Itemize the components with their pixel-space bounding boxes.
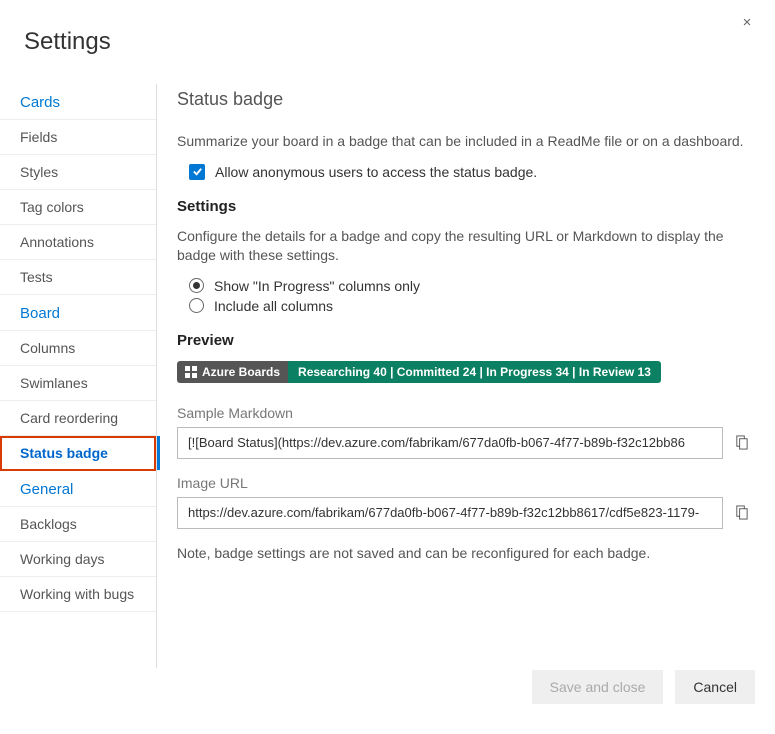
nav-item-status-badge[interactable]: Status badge [0, 436, 156, 471]
copy-icon [734, 505, 749, 520]
save-and-close-button[interactable]: Save and close [532, 670, 664, 704]
azure-boards-icon [185, 366, 197, 378]
columns-radio-group: Show "In Progress" columns only Include … [189, 278, 751, 314]
nav-item-tag-colors[interactable]: Tag colors [0, 190, 156, 225]
nav-item-styles[interactable]: Styles [0, 155, 156, 190]
sidebar: Cards Fields Styles Tag colors Annotatio… [0, 84, 157, 668]
copy-image-url-button[interactable] [731, 503, 751, 523]
checkmark-icon [192, 166, 203, 177]
markdown-input[interactable] [177, 427, 723, 459]
preview-heading: Preview [177, 332, 751, 349]
nav-item-columns[interactable]: Columns [0, 331, 156, 366]
dialog-footer: Save and close Cancel [532, 670, 755, 704]
badge-preview: Azure Boards Researching 40 | Committed … [177, 361, 661, 383]
nav-item-card-reordering[interactable]: Card reordering [0, 401, 156, 436]
image-url-label: Image URL [177, 475, 751, 491]
radio-in-progress-label: Show "In Progress" columns only [214, 278, 420, 294]
close-icon: × [743, 14, 752, 31]
image-url-input[interactable] [177, 497, 723, 529]
badge-left-label: Azure Boards [202, 365, 280, 379]
allow-anonymous-label: Allow anonymous users to access the stat… [215, 164, 537, 180]
radio-in-progress-only[interactable] [189, 278, 204, 293]
dialog-title: Settings [0, 0, 775, 84]
radio-include-all[interactable] [189, 298, 204, 313]
settings-heading: Settings [177, 198, 751, 215]
copy-markdown-button[interactable] [731, 433, 751, 453]
nav-section-board: Board [0, 295, 156, 331]
page-title: Status badge [177, 89, 751, 110]
allow-anonymous-checkbox[interactable] [189, 164, 205, 180]
nav-section-general: General [0, 471, 156, 507]
nav-item-working-with-bugs[interactable]: Working with bugs [0, 577, 156, 612]
cancel-button[interactable]: Cancel [675, 670, 755, 704]
page-description: Summarize your board in a badge that can… [177, 132, 751, 152]
radio-include-all-label: Include all columns [214, 298, 333, 314]
nav-item-backlogs[interactable]: Backlogs [0, 507, 156, 542]
nav-item-working-days[interactable]: Working days [0, 542, 156, 577]
markdown-label: Sample Markdown [177, 405, 751, 421]
nav-item-tests[interactable]: Tests [0, 260, 156, 295]
badge-right-label: Researching 40 | Committed 24 | In Progr… [288, 361, 661, 383]
nav-section-cards: Cards [0, 84, 156, 120]
copy-icon [734, 435, 749, 450]
nav-item-annotations[interactable]: Annotations [0, 225, 156, 260]
settings-description: Configure the details for a badge and co… [177, 227, 751, 266]
close-button[interactable]: × [737, 12, 757, 32]
nav-item-swimlanes[interactable]: Swimlanes [0, 366, 156, 401]
nav-item-fields[interactable]: Fields [0, 120, 156, 155]
main-content: Status badge Summarize your board in a b… [157, 84, 775, 668]
note-text: Note, badge settings are not saved and c… [177, 545, 751, 561]
